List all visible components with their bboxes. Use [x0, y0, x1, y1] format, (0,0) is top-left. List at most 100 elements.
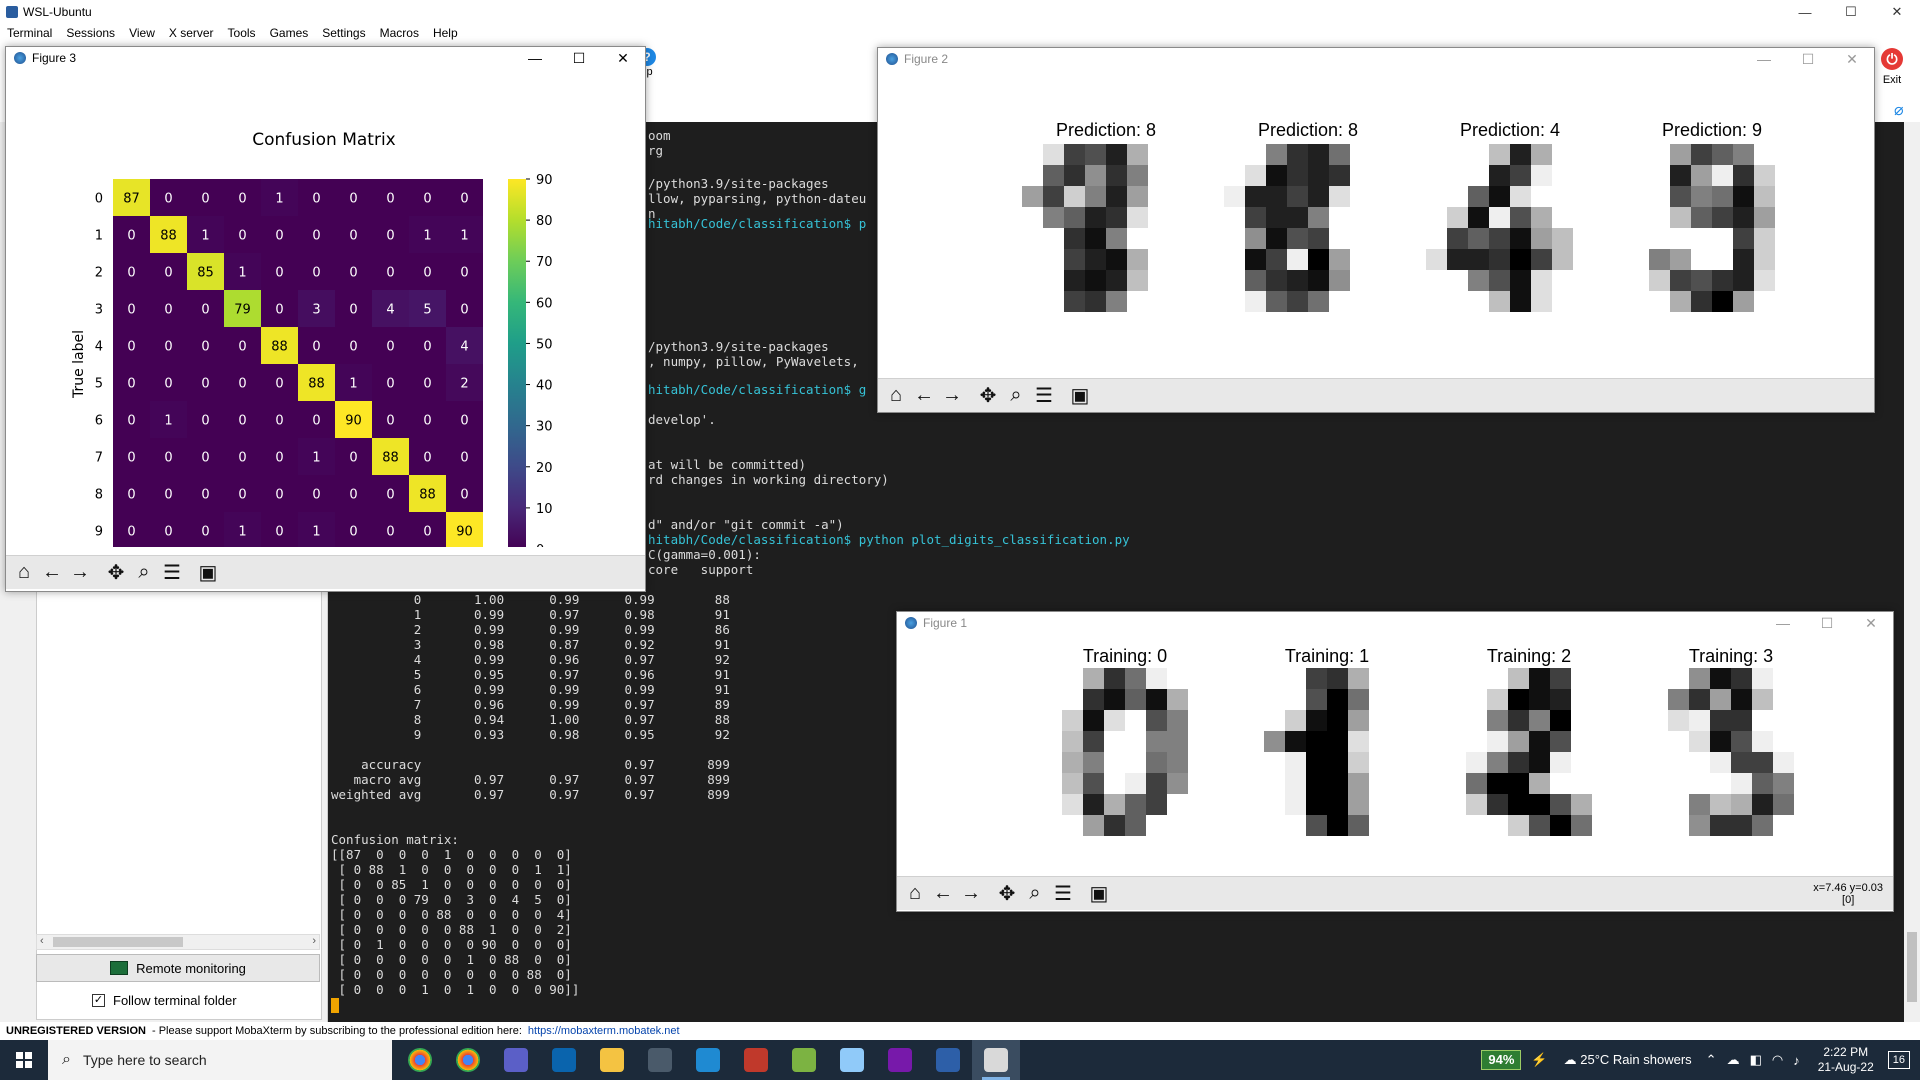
figure3-minimize-button[interactable]: —	[513, 47, 557, 69]
pan-icon[interactable]: ✥	[102, 559, 130, 587]
notification-center-button[interactable]: 16	[1887, 1051, 1910, 1069]
figure1-maximize-button[interactable]: ☐	[1805, 612, 1849, 634]
digit-pixel	[1125, 752, 1146, 773]
home-icon[interactable]: ⌂	[882, 382, 910, 410]
search-placeholder: Type here to search	[82, 1052, 207, 1068]
exit-button[interactable]: ⏻ Exit	[1872, 48, 1912, 92]
figure1-window[interactable]: Figure 1 — ☐ ✕ Training: 0 Training: 1 Train…	[896, 611, 1894, 912]
digit-pixel	[1550, 710, 1571, 731]
remote-monitoring-button[interactable]: Remote monitoring	[36, 954, 320, 982]
taskbar-calculator[interactable]	[636, 1040, 684, 1080]
figure2-maximize-button[interactable]: ☐	[1786, 48, 1830, 70]
figure3-window[interactable]: Figure 3 — ☐ ✕ Confusion Matrix 87 0 0 0 1 0 0 0 0 0…	[5, 46, 646, 592]
forward-icon[interactable]: →	[938, 382, 966, 410]
save-icon[interactable]: ▣	[194, 559, 222, 587]
minimize-button[interactable]: —	[1782, 0, 1828, 24]
digit-pixel	[1775, 270, 1796, 291]
forward-icon[interactable]: →	[66, 559, 94, 587]
digit-pixel	[1552, 144, 1573, 165]
taskbar-chrome-2[interactable]	[444, 1040, 492, 1080]
maximize-button[interactable]: ☐	[1828, 0, 1874, 24]
cell-value: 0	[127, 340, 135, 355]
taskbar-snip[interactable]	[732, 1040, 780, 1080]
menu-settings[interactable]: Settings	[315, 24, 372, 42]
digit-pixel	[1691, 291, 1712, 312]
start-button[interactable]	[0, 1040, 48, 1080]
save-icon[interactable]: ▣	[1066, 382, 1094, 410]
taskbar-powershell[interactable]	[924, 1040, 972, 1080]
figure3-close-button[interactable]: ✕	[601, 47, 645, 69]
menu-games[interactable]: Games	[263, 24, 316, 42]
scroll-left-icon[interactable]: ‹	[40, 935, 44, 947]
digit-pixel	[1390, 815, 1411, 836]
menu-tools[interactable]: Tools	[221, 24, 263, 42]
taskbar-notepad[interactable]	[780, 1040, 828, 1080]
back-icon[interactable]: ←	[929, 880, 957, 908]
weather-widget[interactable]: ☁ 25°C Rain showers	[1564, 1052, 1692, 1068]
digit-pixel	[1127, 144, 1148, 165]
back-icon[interactable]: ←	[38, 559, 66, 587]
clock[interactable]: 2:22 PM 21-Aug-22	[1818, 1045, 1874, 1075]
menu-terminal[interactable]: Terminal	[0, 24, 59, 42]
battery-indicator[interactable]: 94%	[1481, 1050, 1522, 1070]
taskbar-document[interactable]	[828, 1040, 876, 1080]
figure1-close-button[interactable]: ✕	[1849, 612, 1893, 634]
menu-help[interactable]: Help	[426, 24, 465, 42]
checkbox-checked-icon[interactable]: ✓	[92, 993, 105, 1007]
home-icon[interactable]: ⌂	[10, 559, 38, 587]
figure2-close-button[interactable]: ✕	[1830, 48, 1874, 70]
taskbar-search[interactable]: ⌕ Type here to search	[48, 1040, 392, 1080]
menu-macros[interactable]: Macros	[373, 24, 426, 42]
home-icon[interactable]: ⌂	[901, 880, 929, 908]
figure1-minimize-button[interactable]: —	[1761, 612, 1805, 634]
sidebar-horizontal-scrollbar[interactable]: ‹ ›	[36, 934, 320, 950]
scroll-thumb[interactable]	[1907, 932, 1917, 1002]
zoom-icon[interactable]: ⌕	[130, 559, 158, 587]
forward-icon[interactable]: →	[957, 880, 985, 908]
close-button[interactable]: ✕	[1874, 0, 1920, 24]
cell-value: 1	[201, 229, 209, 244]
figure2-window[interactable]: Figure 2 — ☐ ✕ Prediction: 8 Prediction: 8 P…	[877, 47, 1875, 413]
save-icon[interactable]: ▣	[1085, 880, 1113, 908]
taskbar-mobaxterm[interactable]	[972, 1040, 1020, 1080]
digit-pixel	[1628, 186, 1649, 207]
attachment-icon[interactable]: ⌀	[1894, 100, 1904, 120]
zoom-icon[interactable]: ⌕	[1002, 382, 1030, 410]
taskbar-file-explorer[interactable]	[588, 1040, 636, 1080]
taskbar-onenote[interactable]	[876, 1040, 924, 1080]
back-icon[interactable]: ←	[910, 382, 938, 410]
digit-pixel	[1573, 228, 1594, 249]
cell-value: 0	[386, 488, 394, 503]
wifi-icon[interactable]: ◠	[1772, 1052, 1783, 1068]
network-icon[interactable]: ◧	[1750, 1052, 1762, 1068]
onedrive-icon[interactable]: ☁	[1727, 1052, 1740, 1068]
digit-pixel	[1146, 815, 1167, 836]
mobaxterm-link[interactable]: https://mobaxterm.mobatek.net	[528, 1025, 680, 1037]
menu-view[interactable]: View	[122, 24, 162, 42]
pan-icon[interactable]: ✥	[974, 382, 1002, 410]
digit-pixel	[1062, 773, 1083, 794]
taskbar-vscode[interactable]	[684, 1040, 732, 1080]
configure-icon[interactable]: ☰	[1030, 382, 1058, 410]
figure3-maximize-button[interactable]: ☐	[557, 47, 601, 69]
terminal-vertical-scrollbar[interactable]	[1904, 122, 1920, 1022]
pan-icon[interactable]: ✥	[993, 880, 1021, 908]
volume-icon[interactable]: ♪	[1793, 1053, 1800, 1068]
figure2-minimize-button[interactable]: —	[1742, 48, 1786, 70]
cell-value: 1	[423, 229, 431, 244]
taskbar-chrome-1[interactable]	[396, 1040, 444, 1080]
chevron-up-icon[interactable]: ⌃	[1706, 1052, 1717, 1068]
zoom-icon[interactable]: ⌕	[1021, 880, 1049, 908]
taskbar-outlook[interactable]	[540, 1040, 588, 1080]
cell-value: 0	[349, 229, 357, 244]
configure-icon[interactable]: ☰	[158, 559, 186, 587]
prediction-digit-image	[1426, 144, 1594, 312]
digit-pixel	[1348, 710, 1369, 731]
scroll-right-icon[interactable]: ›	[312, 935, 316, 947]
taskbar-teams[interactable]	[492, 1040, 540, 1080]
menu-xserver[interactable]: X server	[162, 24, 221, 42]
follow-terminal-folder-checkbox[interactable]: ✓ Follow terminal folder	[92, 990, 237, 1010]
scroll-thumb[interactable]	[53, 937, 183, 947]
configure-icon[interactable]: ☰	[1049, 880, 1077, 908]
menu-sessions[interactable]: Sessions	[59, 24, 122, 42]
